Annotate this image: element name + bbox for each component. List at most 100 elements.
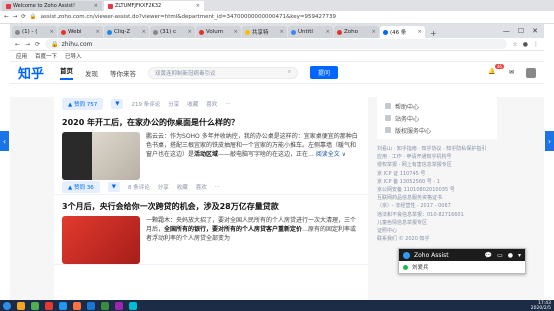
notification-bell-icon[interactable]: 🔔 46: [488, 64, 504, 77]
forward-icon[interactable]: →: [25, 41, 30, 48]
app-icon[interactable]: [115, 301, 123, 310]
firefox-icon[interactable]: [73, 301, 81, 310]
outer-tab-session[interactable]: ZLTUMFJFKXF2K32 ×: [104, 1, 204, 11]
answer-thumbnail[interactable]: [62, 132, 140, 180]
sidebar-item-help[interactable]: 帮助中心: [385, 100, 489, 112]
excel-icon[interactable]: [101, 301, 109, 310]
sidebar-item-site[interactable]: 站务中心: [385, 112, 489, 124]
maximize-icon[interactable]: ☐: [518, 27, 524, 35]
close-icon[interactable]: ×: [417, 29, 422, 35]
close-icon[interactable]: ×: [95, 29, 100, 35]
collect-button[interactable]: 收藏: [187, 100, 198, 108]
comments-button[interactable]: 8 条评论: [128, 183, 150, 191]
answer-thumbnail[interactable]: [62, 216, 140, 264]
avatar[interactable]: [526, 67, 536, 78]
next-arrow-icon[interactable]: ›: [545, 131, 554, 151]
footer-line[interactable]: 联系我们 © 2020 知乎: [377, 235, 497, 243]
bookmark-baidu[interactable]: 百度一下: [35, 52, 57, 60]
chat-icon[interactable]: 💬: [485, 252, 492, 259]
read-more-link[interactable]: 阅读全文 ∨: [316, 151, 346, 158]
share-button[interactable]: 分享: [168, 100, 179, 108]
reload-icon[interactable]: ⟳: [21, 14, 26, 20]
profile-icon[interactable]: ●: [523, 41, 528, 48]
app-icon[interactable]: [31, 301, 39, 310]
inner-tab[interactable]: Volum ×: [196, 26, 241, 38]
inner-tab[interactable]: (31) c ×: [150, 26, 195, 38]
app-icon[interactable]: [129, 301, 137, 310]
menu-icon[interactable]: ⋮: [533, 41, 539, 48]
share-button[interactable]: 分享: [158, 183, 169, 191]
comments-button[interactable]: 219 条评论: [131, 100, 160, 108]
inner-tab[interactable]: Zoho ×: [334, 26, 379, 38]
close-icon[interactable]: ×: [196, 3, 200, 9]
bookmark-imported[interactable]: 已导入: [65, 52, 82, 60]
upvote-button[interactable]: ▲ 赞同 757: [62, 98, 104, 110]
chrome-icon[interactable]: [45, 301, 53, 310]
close-icon[interactable]: ×: [187, 29, 192, 35]
zhihu-logo[interactable]: 知乎: [18, 63, 48, 82]
close-icon[interactable]: ×: [325, 29, 330, 35]
reload-icon[interactable]: ⟳: [35, 41, 40, 48]
mic-icon[interactable]: ●: [508, 252, 513, 259]
ask-button[interactable]: 提问: [310, 66, 339, 79]
star-icon[interactable]: ☆: [512, 41, 517, 48]
footer-line[interactable]: 儿童色情信息举报专区: [377, 219, 497, 227]
answer-excerpt[interactable]: 鹏云云：作为SOHO 多年并收纳控，我的办公桌是这样的：宜家桌便宜的那种白色书桌…: [146, 132, 360, 180]
footer-line[interactable]: 刘看山 · 知乎指南 · 知乎协议 · 知乎隐私保护指引: [377, 145, 497, 153]
nav-discover[interactable]: 发现: [85, 68, 98, 78]
search-icon[interactable]: ⌕: [288, 69, 291, 76]
upvote-button[interactable]: ▲ 赞同 36: [62, 181, 100, 193]
word-icon[interactable]: [87, 301, 95, 310]
downvote-button[interactable]: ▼: [107, 182, 120, 192]
close-icon[interactable]: ×: [94, 3, 98, 9]
collect-button[interactable]: 收藏: [177, 183, 188, 191]
inner-tab[interactable]: (1) - (×: [12, 26, 57, 38]
close-icon[interactable]: ×: [49, 29, 54, 35]
like-button[interactable]: 喜欢: [206, 100, 217, 108]
answer-actions: ▲ 赞同 757 ▼ 219 条评论 分享 收藏 喜欢 ···: [54, 97, 368, 111]
close-icon[interactable]: ×: [141, 29, 146, 35]
answer-excerpt[interactable]: 一颗霜木：央妈放大招了，要对全国人民所有的个人房贷进行一次大清理，三个月后，全国…: [146, 216, 360, 264]
back-icon[interactable]: ←: [4, 14, 9, 20]
author-name[interactable]: 鹏云云：: [146, 133, 170, 140]
more-icon[interactable]: ···: [225, 101, 230, 107]
start-button-icon[interactable]: [3, 301, 11, 310]
inner-tab[interactable]: Webi ×: [58, 26, 103, 38]
collapse-icon[interactable]: ▾: [518, 252, 521, 259]
downvote-button[interactable]: ▼: [111, 99, 124, 109]
question-title[interactable]: 2020 年开工后，在家办公的你桌面是什么样的？: [62, 117, 360, 128]
footer-line[interactable]: 侵权举报 · 网上有害信息举报专区: [377, 161, 497, 169]
outer-tab-welcome[interactable]: Welcome to Zoho Assist! ×: [2, 1, 102, 11]
question-title[interactable]: 3个月后，央行会给你一次跨贷的机会，涉及28万亿存量贷款: [62, 201, 360, 212]
more-icon[interactable]: ···: [215, 184, 220, 190]
url-field[interactable]: 🔒 zhihu.com: [45, 39, 508, 49]
search-input[interactable]: 双黄连抑制新冠病毒引议 ⌕: [148, 66, 298, 79]
nav-waiting-answers[interactable]: 等你来答: [110, 68, 136, 78]
forward-icon[interactable]: →: [13, 14, 18, 20]
inner-tab[interactable]: Untitl ×: [288, 26, 333, 38]
inner-tab-zhihu[interactable]: (46 条 ×: [380, 26, 425, 38]
like-button[interactable]: 喜欢: [196, 183, 207, 191]
message-icon[interactable]: ✉: [509, 69, 514, 76]
inner-tab[interactable]: Cliq-Z ×: [104, 26, 149, 38]
close-icon[interactable]: ×: [233, 29, 238, 35]
footer-line[interactable]: 应用 · 工作 · 申请开通知乎机构号: [377, 153, 497, 161]
outer-url[interactable]: assist.zoho.com.cn/viewer-assist.do?view…: [41, 14, 550, 20]
minimize-icon[interactable]: —: [503, 27, 510, 35]
nav-home[interactable]: 首页: [60, 65, 73, 80]
app-icon[interactable]: [59, 301, 67, 310]
close-icon[interactable]: ×: [279, 29, 284, 35]
footer-line[interactable]: 证照中心: [377, 227, 497, 235]
previous-arrow-icon[interactable]: ‹: [0, 131, 9, 151]
back-icon[interactable]: ←: [15, 41, 20, 48]
screen-icon[interactable]: ▭: [497, 252, 503, 259]
new-tab-icon[interactable]: +: [426, 29, 441, 38]
close-window-icon[interactable]: ✕: [532, 27, 538, 35]
inner-tab[interactable]: 共享特 ×: [242, 26, 287, 38]
author-name[interactable]: 一颗霜木：: [146, 217, 176, 224]
close-icon[interactable]: ×: [371, 29, 376, 35]
sidebar-item-copyright[interactable]: 版权服务中心: [385, 124, 489, 136]
bookmark-apps[interactable]: 应用: [16, 52, 27, 60]
system-clock[interactable]: 17:43 2020/2/5: [531, 301, 551, 311]
explorer-icon[interactable]: [17, 301, 25, 310]
